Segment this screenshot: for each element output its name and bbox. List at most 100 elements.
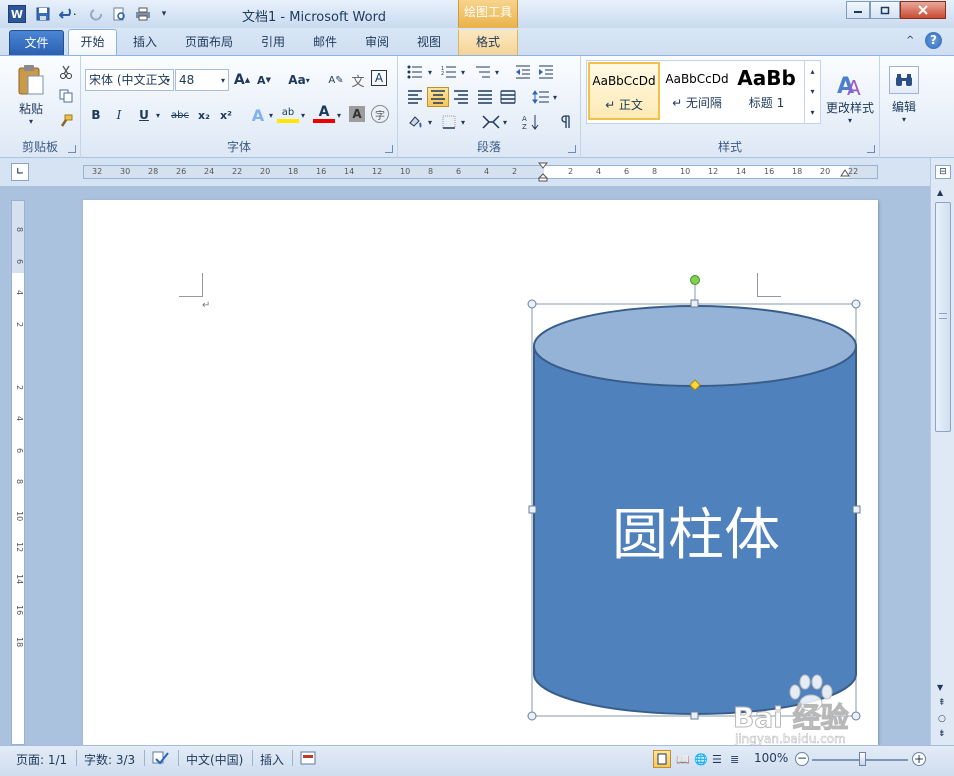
restore-button[interactable] — [870, 1, 900, 19]
numbering-icon[interactable]: 12 — [438, 62, 460, 82]
tab-drawing-format[interactable]: 格式 — [458, 30, 518, 55]
character-border-button[interactable]: A — [371, 70, 387, 86]
shrink-font-button[interactable]: A ▼ — [253, 70, 275, 90]
character-shading-button[interactable]: A — [349, 106, 365, 122]
editing-button[interactable]: 编辑 ▾ — [885, 60, 923, 130]
resize-handle-tl[interactable] — [527, 299, 537, 309]
underline-button[interactable]: U — [133, 105, 155, 125]
grow-font-button[interactable]: A ▲ — [231, 70, 253, 90]
shape-text[interactable]: 圆柱体 — [601, 490, 791, 571]
vertical-scrollbar[interactable]: ⊟ ▲ ▼ ⇞ ○ ⇟ — [930, 158, 954, 745]
chinese-layout-icon[interactable] — [480, 112, 502, 132]
resize-handle-br[interactable] — [851, 711, 861, 721]
outline-view-icon[interactable]: ☰ — [712, 753, 722, 766]
minimize-ribbon-icon[interactable]: ^ — [906, 35, 914, 46]
proofing-icon[interactable] — [152, 750, 170, 769]
borders-icon[interactable] — [438, 112, 460, 132]
quick-print-icon[interactable] — [133, 5, 153, 23]
bold-button[interactable]: B — [85, 105, 107, 125]
indent-marker-icon[interactable] — [537, 162, 549, 182]
phonetic-guide-icon[interactable]: 文 — [347, 70, 369, 90]
prev-page-icon[interactable]: ⇞ — [938, 698, 946, 708]
vertical-ruler[interactable]: 8 6 4 2 2 4 6 8 10 12 14 16 18 — [11, 200, 25, 745]
tab-selector[interactable]: ∟ — [11, 163, 29, 181]
help-icon[interactable]: ? — [925, 32, 942, 49]
styles-gallery-scroll[interactable]: ▴ ▾ ▾ — [804, 61, 820, 123]
resize-handle-tr[interactable] — [851, 299, 861, 309]
language-indicator[interactable]: 中文(中国) — [186, 751, 243, 768]
underline-dropdown-icon[interactable]: ▾ — [156, 111, 160, 120]
tab-insert[interactable]: 插入 — [124, 30, 166, 55]
style-no-spacing[interactable]: AaBbCcDd ↵ 无间隔 — [661, 62, 733, 120]
sort-icon[interactable]: AZ — [520, 112, 542, 132]
redo-icon[interactable] — [89, 5, 105, 23]
insert-mode-indicator[interactable]: 插入 — [260, 751, 284, 768]
resize-handle-bl[interactable] — [527, 711, 537, 721]
align-left-icon[interactable] — [404, 87, 426, 107]
gallery-down-icon[interactable]: ▾ — [810, 87, 814, 96]
close-button[interactable] — [900, 1, 946, 19]
style-normal[interactable]: AaBbCcDd ↵ 正文 — [588, 62, 660, 120]
numbering-dropdown-icon[interactable]: ▾ — [461, 68, 465, 77]
select-browse-object-icon[interactable]: ○ — [938, 714, 946, 724]
zoom-level[interactable]: 100% — [754, 751, 788, 765]
multilevel-list-icon[interactable] — [472, 62, 494, 82]
strikethrough-button[interactable]: abc — [167, 105, 193, 125]
font-color-button[interactable]: A — [313, 104, 335, 123]
rotation-handle[interactable] — [690, 275, 700, 285]
subscript-button[interactable]: x₂ — [193, 105, 215, 125]
clipboard-launcher-icon[interactable] — [68, 145, 76, 153]
resize-handle-top[interactable] — [690, 299, 699, 308]
full-reading-view-icon[interactable]: 📖 — [676, 753, 690, 766]
text-effects-dropdown-icon[interactable]: ▾ — [269, 111, 273, 120]
highlight-dropdown-icon[interactable]: ▾ — [301, 111, 305, 120]
decrease-indent-icon[interactable] — [512, 62, 534, 82]
scroll-down-icon[interactable]: ▼ — [937, 683, 943, 692]
bullets-dropdown-icon[interactable]: ▾ — [428, 68, 432, 77]
superscript-button[interactable]: x² — [215, 105, 237, 125]
customize-qat-icon[interactable]: ▾ — [158, 5, 170, 23]
save-icon[interactable] — [35, 5, 51, 23]
format-painter-icon[interactable] — [55, 111, 77, 131]
word-app-icon[interactable]: W — [8, 5, 26, 23]
style-heading-1[interactable]: AaBb 标题 1 — [734, 62, 799, 120]
increase-indent-icon[interactable] — [535, 62, 557, 82]
font-color-dropdown-icon[interactable]: ▾ — [337, 111, 341, 120]
enclose-characters-button[interactable]: 字 — [371, 105, 389, 123]
shading-dropdown-icon[interactable]: ▾ — [428, 118, 432, 127]
tab-mailings[interactable]: 邮件 — [305, 30, 345, 55]
macro-record-icon[interactable] — [300, 751, 316, 768]
tab-view[interactable]: 视图 — [409, 30, 449, 55]
undo-icon[interactable] — [57, 5, 79, 23]
gallery-up-icon[interactable]: ▴ — [810, 67, 814, 76]
line-spacing-icon[interactable] — [530, 87, 552, 107]
scroll-up-icon[interactable]: ▲ — [937, 188, 943, 197]
shading-icon[interactable] — [404, 112, 426, 132]
align-center-icon[interactable] — [427, 87, 449, 107]
paragraph-launcher-icon[interactable] — [568, 145, 576, 153]
font-launcher-icon[interactable] — [385, 145, 393, 153]
cut-icon[interactable] — [55, 62, 77, 82]
zoom-in-icon[interactable]: + — [912, 752, 926, 766]
next-page-icon[interactable]: ⇟ — [938, 729, 946, 739]
resize-handle-bottom[interactable] — [690, 711, 699, 720]
justify-icon[interactable] — [474, 87, 496, 107]
word-count[interactable]: 字数: 3/3 — [84, 751, 135, 768]
zoom-slider-thumb[interactable] — [859, 752, 866, 766]
gallery-more-icon[interactable]: ▾ — [810, 108, 814, 117]
tab-page-layout[interactable]: 页面布局 — [176, 30, 242, 55]
chinese-layout-dropdown-icon[interactable]: ▾ — [503, 118, 507, 127]
horizontal-ruler[interactable]: 32 30 28 26 24 22 20 18 16 14 12 10 8 6 4 2 2 4 6 8 10 12 14 16… — [83, 162, 878, 182]
minimize-button[interactable] — [846, 1, 870, 19]
distributed-icon[interactable] — [497, 87, 519, 107]
scrollbar-thumb[interactable] — [935, 202, 951, 432]
tab-review[interactable]: 审阅 — [357, 30, 397, 55]
print-preview-icon[interactable] — [111, 5, 127, 23]
italic-button[interactable]: I — [108, 105, 130, 125]
right-indent-marker-icon[interactable] — [840, 168, 850, 180]
resize-handle-left[interactable] — [528, 505, 537, 514]
document-page[interactable]: ↵ 圆柱体 — [83, 200, 878, 745]
multilevel-dropdown-icon[interactable]: ▾ — [495, 68, 499, 77]
resize-handle-right[interactable] — [852, 505, 861, 514]
draft-view-icon[interactable]: ≣ — [730, 753, 739, 766]
